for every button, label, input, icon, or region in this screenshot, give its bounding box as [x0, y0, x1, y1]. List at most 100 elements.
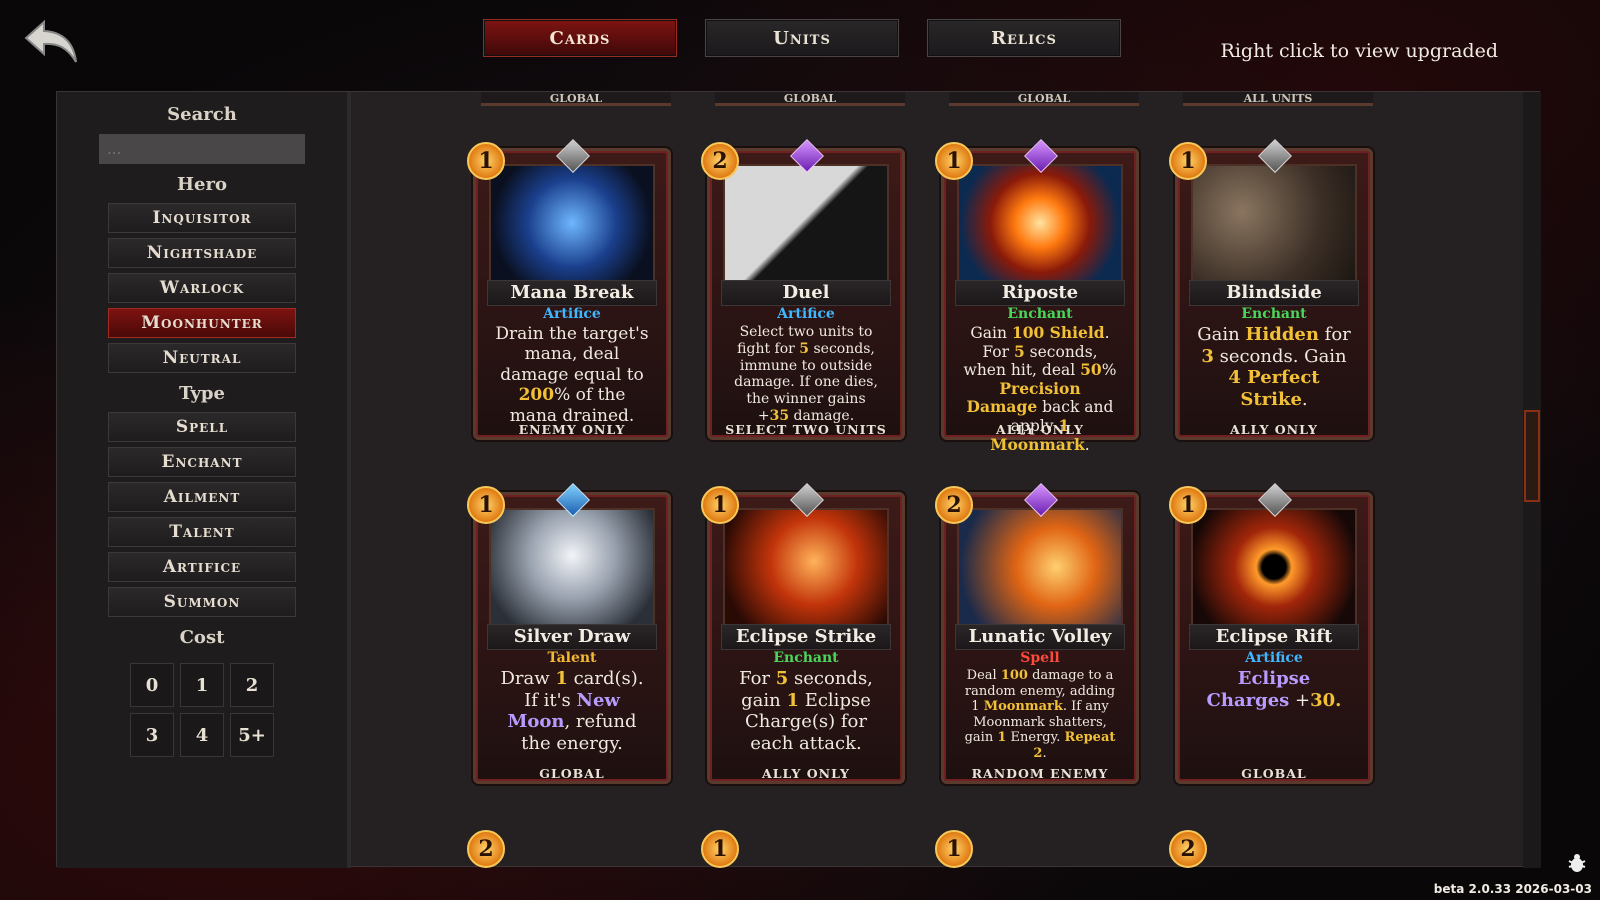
card-art: [489, 508, 655, 626]
card-description: Drain the target's mana, deal damage equ…: [495, 324, 649, 426]
partial-card-cost-badge: 1: [701, 830, 739, 868]
card-blindside[interactable]: Blindside Enchant Gain Hidden for 3 second…: [1169, 139, 1379, 442]
type-filter-enchant[interactable]: Enchant: [108, 447, 296, 477]
card-target: ENEMY ONLY: [518, 422, 626, 437]
card-art: [723, 508, 889, 626]
card-description: For 5 seconds, gain 1 Eclipse Charge(s) …: [739, 668, 873, 754]
card-cost-badge: 1: [701, 486, 739, 524]
card-type: Spell: [1020, 650, 1060, 666]
partial-card-target: GLOBAL: [949, 92, 1139, 106]
back-arrow-icon[interactable]: [22, 18, 82, 66]
card-art: [957, 508, 1123, 626]
card-target: RANDOM ENEMY: [971, 766, 1109, 781]
type-filter-spell[interactable]: Spell: [108, 412, 296, 442]
tab-cards[interactable]: Cards: [483, 19, 677, 57]
partial-card-cost-badge: 2: [467, 830, 505, 868]
card-eclipse-strike[interactable]: Eclipse Strike Enchant For 5 seconds, gain…: [701, 483, 911, 786]
card-cost-badge: 2: [935, 486, 973, 524]
card-description: Select two units to fight for 5 seconds,…: [734, 324, 878, 424]
card-art: [1191, 508, 1357, 626]
type-filter-summon[interactable]: Summon: [108, 587, 296, 617]
type-label: Type: [179, 383, 225, 404]
type-filter-ailment[interactable]: Ailment: [108, 482, 296, 512]
card-name: Mana Break: [487, 280, 657, 306]
card-description: Deal 100 damage to a random enemy, addin…: [964, 668, 1116, 761]
hero-filter-neutral[interactable]: Neutral: [108, 343, 296, 373]
filter-sidebar: Search Hero Inquisitor Nightshade Warloc…: [57, 92, 351, 868]
cost-filter-0[interactable]: 0: [130, 663, 174, 707]
card-target: ALLY ONLY: [996, 422, 1084, 437]
card-cost-badge: 1: [467, 142, 505, 180]
cost-filter-5-plus[interactable]: 5+: [230, 713, 274, 757]
card-name: Lunatic Volley: [955, 624, 1125, 650]
partial-card-cost-badge: 2: [1169, 830, 1207, 868]
card-cost-badge: 2: [701, 142, 739, 180]
partial-card-cost-badge: 1: [935, 830, 973, 868]
card-type: Talent: [547, 650, 597, 666]
cost-filter-1[interactable]: 1: [180, 663, 224, 707]
card-riposte[interactable]: Riposte Enchant Gain 100 Shield. For 5 sec…: [935, 139, 1145, 454]
partial-card-target: ALL UNITS: [1183, 92, 1373, 106]
cost-filter-4[interactable]: 4: [180, 713, 224, 757]
card-target: GLOBAL: [539, 766, 605, 781]
hero-filter-inquisitor[interactable]: Inquisitor: [108, 203, 296, 233]
bug-report-icon[interactable]: [1566, 852, 1588, 874]
cost-filter-grid: 0 1 2 3 4 5+: [130, 663, 274, 757]
card-name: Riposte: [955, 280, 1125, 306]
top-tabs: Cards Units Relics: [483, 19, 1121, 57]
hero-filter-warlock[interactable]: Warlock: [108, 273, 296, 303]
scrollbar[interactable]: [1523, 92, 1541, 868]
version-label: beta 2.0.33 2026-03-03: [1433, 882, 1592, 896]
card-cost-badge: 1: [1169, 142, 1207, 180]
partial-card-target: GLOBAL: [715, 92, 905, 106]
card-description: Eclipse Charges +30.: [1206, 668, 1342, 711]
type-filter-talent[interactable]: Talent: [108, 517, 296, 547]
card-type: Enchant: [1241, 306, 1307, 322]
card-art: [1191, 164, 1357, 282]
card-name: Blindside: [1189, 280, 1359, 306]
card-cost-badge: 1: [467, 486, 505, 524]
card-grid: GLOBAL GLOBAL GLOBAL ALL UNITS Mana Brea…: [355, 92, 1541, 868]
tab-relics[interactable]: Relics: [927, 19, 1121, 57]
card-browser-panel: Search Hero Inquisitor Nightshade Warloc…: [56, 91, 1541, 868]
cost-filter-3[interactable]: 3: [130, 713, 174, 757]
card-cost-badge: 1: [1169, 486, 1207, 524]
partial-card-target: GLOBAL: [481, 92, 671, 106]
card-target: ALLY ONLY: [762, 766, 850, 781]
card-target: SELECT TWO UNITS: [725, 422, 887, 437]
card-type: Enchant: [773, 650, 839, 666]
card-name: Eclipse Strike: [721, 624, 891, 650]
scrollbar-thumb[interactable]: [1524, 410, 1540, 502]
cost-filter-2[interactable]: 2: [230, 663, 274, 707]
card-mana-break[interactable]: Mana Break Artifice Drain the target's man…: [467, 139, 677, 442]
card-type: Enchant: [1007, 306, 1073, 322]
search-label: Search: [167, 104, 237, 125]
card-art: [957, 164, 1123, 282]
card-description: Gain Hidden for 3 seconds. Gain 4 Perfec…: [1197, 324, 1351, 410]
card-cost-badge: 1: [935, 142, 973, 180]
card-type: Artifice: [543, 306, 601, 322]
card-type: Artifice: [777, 306, 835, 322]
search-input[interactable]: [99, 134, 305, 164]
card-art: [489, 164, 655, 282]
card-lunatic-volley[interactable]: Lunatic Volley Spell Deal 100 damage to a …: [935, 483, 1145, 786]
card-eclipse-rift[interactable]: Eclipse Rift Artifice Eclipse Charges +30.…: [1169, 483, 1379, 786]
card-type: Artifice: [1245, 650, 1303, 666]
card-name: Silver Draw: [487, 624, 657, 650]
card-target: GLOBAL: [1241, 766, 1307, 781]
hero-label: Hero: [177, 174, 227, 195]
tab-units[interactable]: Units: [705, 19, 899, 57]
card-description: Draw 1 card(s). If it's New Moon, refund…: [500, 668, 644, 754]
upgrade-hint: Right click to view upgraded: [1220, 40, 1498, 62]
card-art: [723, 164, 889, 282]
card-name: Eclipse Rift: [1189, 624, 1359, 650]
hero-filter-nightshade[interactable]: Nightshade: [108, 238, 296, 268]
card-silver-draw[interactable]: Silver Draw Talent Draw 1 card(s). If it's…: [467, 483, 677, 786]
card-description: Gain 100 Shield. For 5 seconds, when hit…: [963, 323, 1117, 454]
card-target: ALLY ONLY: [1230, 422, 1318, 437]
card-duel[interactable]: Duel Artifice Select two units to fight fo…: [701, 139, 911, 442]
cost-label: Cost: [179, 627, 225, 648]
card-name: Duel: [721, 280, 891, 306]
hero-filter-moonhunter[interactable]: Moonhunter: [108, 308, 296, 338]
type-filter-artifice[interactable]: Artifice: [108, 552, 296, 582]
